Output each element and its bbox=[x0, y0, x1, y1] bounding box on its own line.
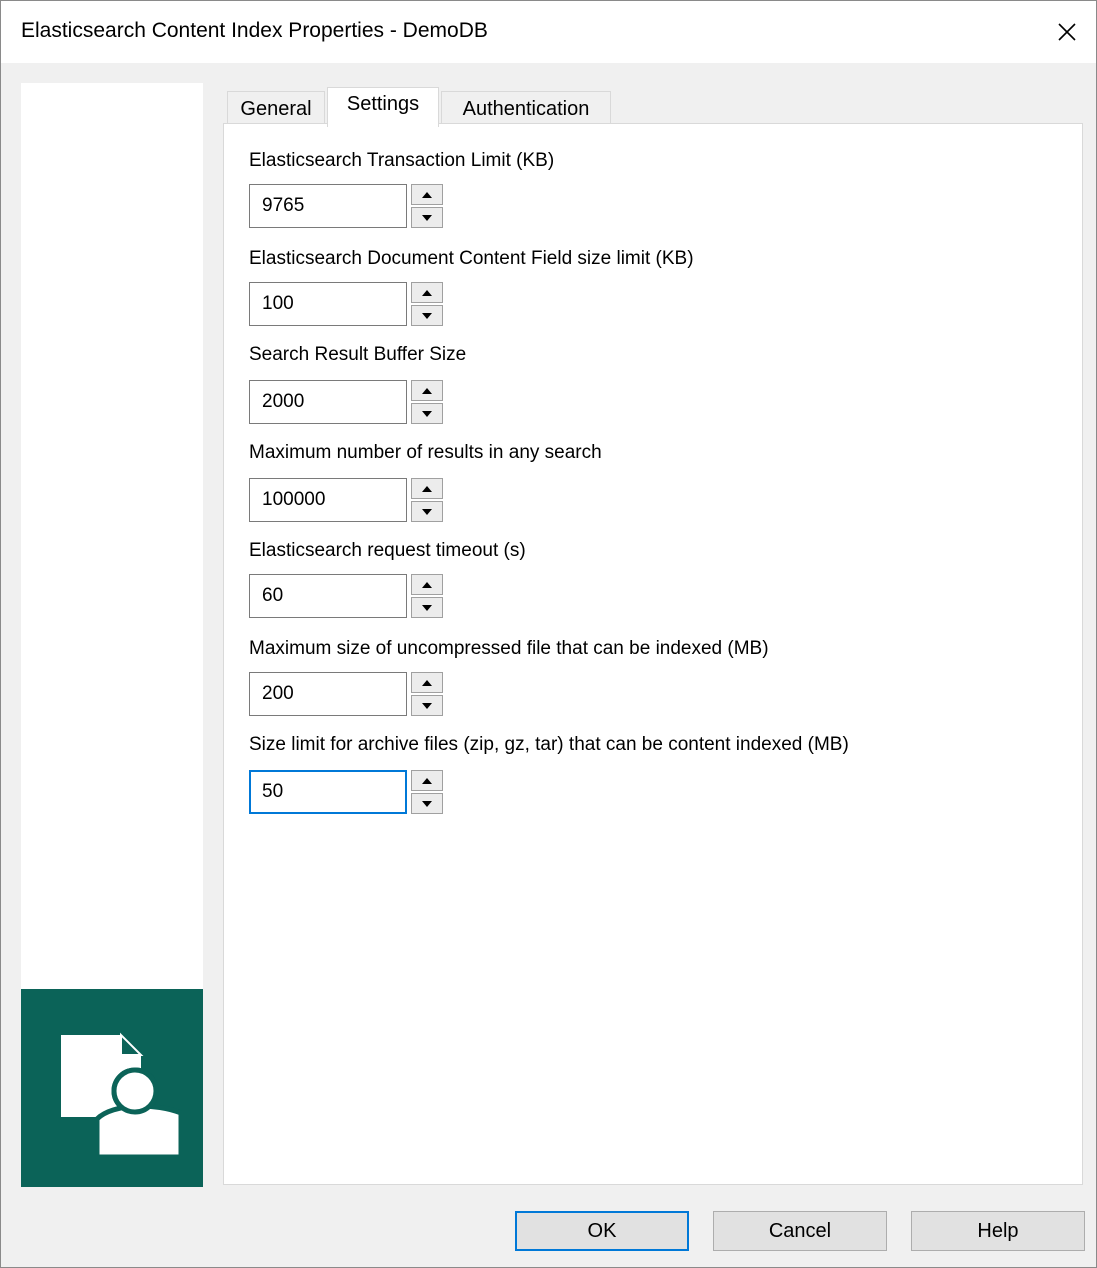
spin-up-button[interactable] bbox=[411, 380, 443, 401]
transaction-limit-input[interactable]: 9765 bbox=[249, 184, 407, 228]
spin-up-button[interactable] bbox=[411, 574, 443, 595]
content-field-size-stepper: 100 bbox=[249, 282, 443, 326]
spin-up-arrow-icon bbox=[422, 387, 432, 394]
tab-settings[interactable]: Settings bbox=[327, 87, 439, 127]
spin-buttons bbox=[411, 478, 443, 522]
spin-down-button[interactable] bbox=[411, 207, 443, 228]
transaction-limit-label: Elasticsearch Transaction Limit (KB) bbox=[249, 150, 555, 171]
spin-down-button[interactable] bbox=[411, 695, 443, 716]
archive-size-label: Size limit for archive files (zip, gz, t… bbox=[249, 734, 849, 755]
spin-down-arrow-icon bbox=[422, 604, 432, 611]
spin-buttons bbox=[411, 574, 443, 618]
spin-down-button[interactable] bbox=[411, 403, 443, 424]
request-timeout-label: Elasticsearch request timeout (s) bbox=[249, 540, 526, 561]
spin-up-arrow-icon bbox=[422, 289, 432, 296]
spin-buttons bbox=[411, 282, 443, 326]
spin-down-button[interactable] bbox=[411, 793, 443, 814]
uncompressed-size-stepper: 200 bbox=[249, 672, 443, 716]
close-icon bbox=[1058, 23, 1076, 41]
settings-panel: Elasticsearch Transaction Limit (KB) 976… bbox=[223, 123, 1083, 1185]
request-timeout-input[interactable]: 60 bbox=[249, 574, 407, 618]
side-banner bbox=[21, 83, 203, 1187]
spin-up-arrow-icon bbox=[422, 485, 432, 492]
help-button-label: Help bbox=[977, 1220, 1019, 1242]
spin-down-button[interactable] bbox=[411, 305, 443, 326]
max-results-label: Maximum number of results in any search bbox=[249, 442, 602, 463]
content-index-logo bbox=[21, 989, 203, 1187]
spin-up-button[interactable] bbox=[411, 184, 443, 205]
spin-down-button[interactable] bbox=[411, 501, 443, 522]
spin-up-arrow-icon bbox=[422, 679, 432, 686]
ok-button[interactable]: OK bbox=[515, 1211, 689, 1251]
spin-down-arrow-icon bbox=[422, 508, 432, 515]
result-buffer-input[interactable]: 2000 bbox=[249, 380, 407, 424]
tab-general[interactable]: General bbox=[227, 91, 325, 125]
uncompressed-size-input[interactable]: 200 bbox=[249, 672, 407, 716]
transaction-limit-stepper: 9765 bbox=[249, 184, 443, 228]
spin-down-arrow-icon bbox=[422, 800, 432, 807]
content-field-size-input[interactable]: 100 bbox=[249, 282, 407, 326]
archive-size-input[interactable]: 50 bbox=[249, 770, 407, 814]
tab-strip: General Settings Authentication bbox=[223, 87, 1093, 127]
spin-up-arrow-icon bbox=[422, 581, 432, 588]
spin-down-arrow-icon bbox=[422, 702, 432, 709]
ok-button-label: OK bbox=[587, 1220, 617, 1242]
archive-size-stepper: 50 bbox=[249, 770, 443, 814]
max-results-stepper: 100000 bbox=[249, 478, 443, 522]
title-bar: Elasticsearch Content Index Properties -… bbox=[1, 1, 1096, 63]
request-timeout-stepper: 60 bbox=[249, 574, 443, 618]
cancel-button[interactable]: Cancel bbox=[713, 1211, 887, 1251]
tab-settings-label: Settings bbox=[346, 93, 420, 115]
close-button[interactable] bbox=[1038, 1, 1096, 63]
spin-down-arrow-icon bbox=[422, 410, 432, 417]
result-buffer-label: Search Result Buffer Size bbox=[249, 344, 467, 365]
content-index-logo-icon bbox=[61, 1032, 184, 1160]
spin-down-arrow-icon bbox=[422, 214, 432, 221]
spin-buttons bbox=[411, 672, 443, 716]
spin-up-arrow-icon bbox=[422, 777, 432, 784]
properties-dialog: Elasticsearch Content Index Properties -… bbox=[0, 0, 1097, 1268]
tab-general-label: General bbox=[240, 98, 312, 120]
content-field-size-label: Elasticsearch Document Content Field siz… bbox=[249, 248, 694, 269]
result-buffer-stepper: 2000 bbox=[249, 380, 443, 424]
cancel-button-label: Cancel bbox=[768, 1220, 832, 1242]
window-title: Elasticsearch Content Index Properties -… bbox=[21, 19, 488, 42]
spin-up-arrow-icon bbox=[422, 191, 432, 198]
tab-authentication-label: Authentication bbox=[462, 98, 590, 120]
spin-buttons bbox=[411, 184, 443, 228]
spin-up-button[interactable] bbox=[411, 770, 443, 791]
spin-buttons bbox=[411, 770, 443, 814]
spin-buttons bbox=[411, 380, 443, 424]
spin-down-arrow-icon bbox=[422, 312, 432, 319]
max-results-input[interactable]: 100000 bbox=[249, 478, 407, 522]
spin-up-button[interactable] bbox=[411, 672, 443, 693]
tab-authentication[interactable]: Authentication bbox=[441, 91, 611, 125]
spin-up-button[interactable] bbox=[411, 282, 443, 303]
spin-up-button[interactable] bbox=[411, 478, 443, 499]
spin-down-button[interactable] bbox=[411, 597, 443, 618]
help-button[interactable]: Help bbox=[911, 1211, 1085, 1251]
uncompressed-size-label: Maximum size of uncompressed file that c… bbox=[249, 638, 769, 659]
